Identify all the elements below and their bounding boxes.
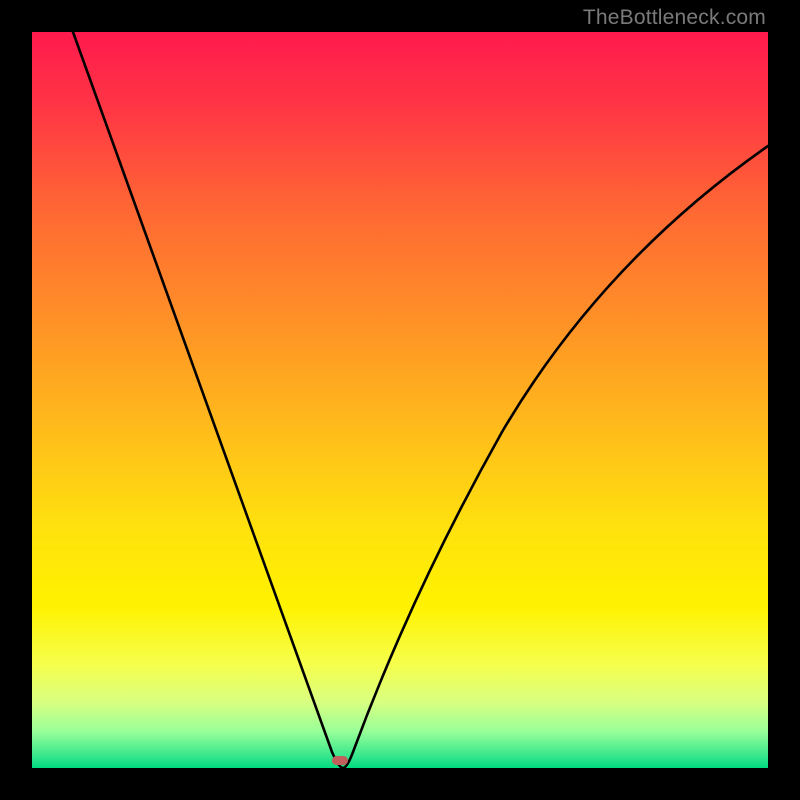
- optimum-marker: [332, 756, 348, 765]
- outer-frame: TheBottleneck.com: [0, 0, 800, 800]
- watermark-text: TheBottleneck.com: [583, 6, 766, 30]
- plot-area: [32, 32, 768, 768]
- bottleneck-chart: [32, 32, 768, 768]
- gradient-background: [32, 32, 768, 768]
